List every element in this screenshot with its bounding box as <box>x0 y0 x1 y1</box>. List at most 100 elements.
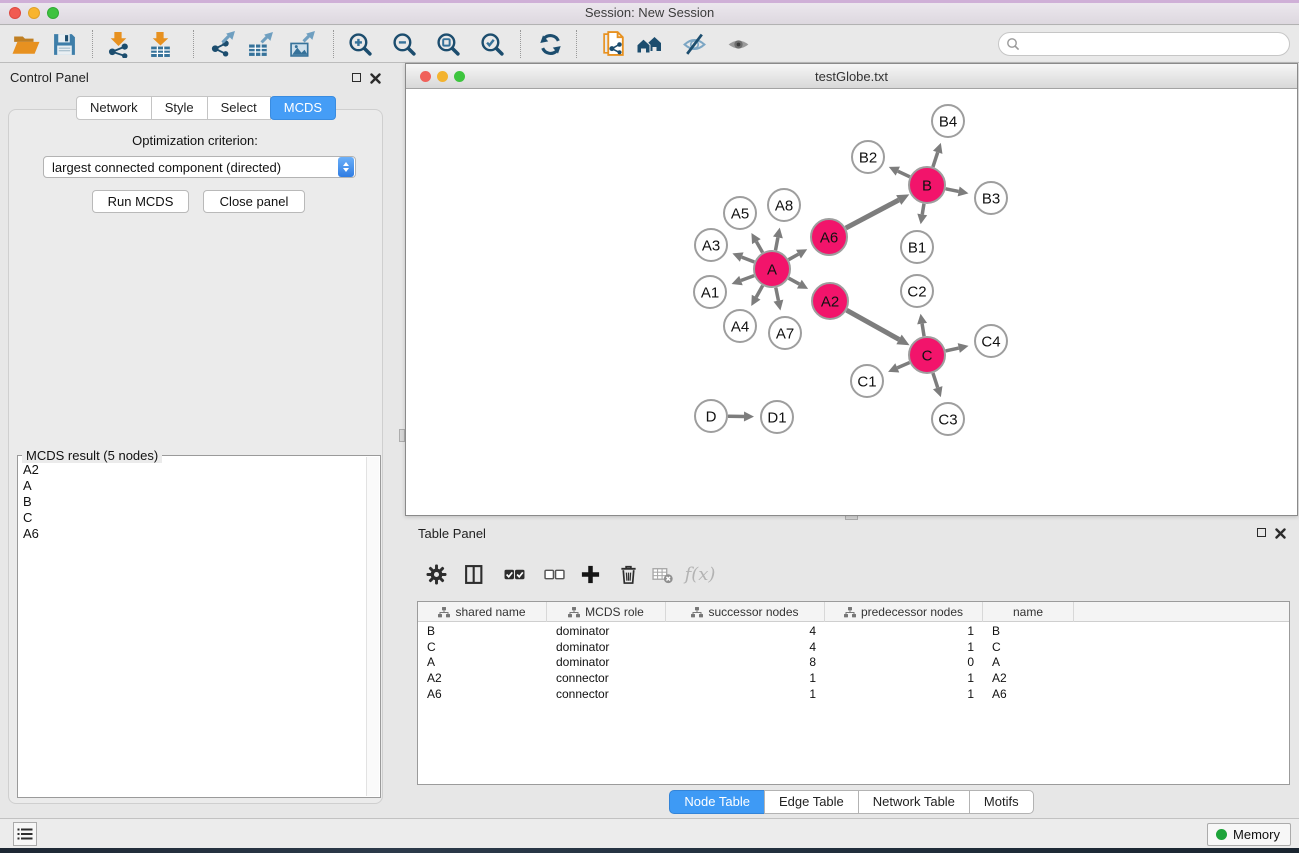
close-panel-icon[interactable] <box>370 73 381 84</box>
tab-node-table[interactable]: Node Table <box>669 790 765 814</box>
network-window-titlebar[interactable]: testGlobe.txt <box>406 64 1297 89</box>
export-image-button[interactable] <box>284 29 320 59</box>
graph-edge-A-A8[interactable] <box>776 237 778 250</box>
search-input[interactable] <box>1024 37 1289 51</box>
delete-table-button[interactable] <box>647 560 677 588</box>
graph-edge-A-A1[interactable] <box>741 276 754 281</box>
mcds-result-scrollbar[interactable] <box>366 457 379 796</box>
column-header-successor-nodes[interactable]: successor nodes <box>666 602 825 622</box>
graph-edge-arrowhead <box>774 300 784 311</box>
export-network-button[interactable] <box>204 29 240 59</box>
open-folder-icon <box>12 32 40 56</box>
save-session-button[interactable] <box>46 29 82 59</box>
mcds-result-item[interactable]: A6 <box>19 526 365 542</box>
list-icon <box>17 827 33 841</box>
show-all-button[interactable] <box>720 29 756 59</box>
run-mcds-button[interactable]: Run MCDS <box>92 190 189 213</box>
network-view-window: testGlobe.txt B4B2BB3A5A8A6B1A3AC2A1A2A4… <box>405 63 1298 516</box>
graph-edge-A-A7[interactable] <box>776 288 779 301</box>
table-row[interactable]: A2connector11A2 <box>418 670 1289 686</box>
table-row[interactable]: Adominator80A <box>418 654 1289 670</box>
tab-network[interactable]: Network <box>76 96 152 120</box>
deselect-all-rows-button[interactable] <box>539 560 569 588</box>
mcds-result-item[interactable]: C <box>19 510 365 526</box>
window-titlebar: Session: New Session <box>0 0 1299 25</box>
gear-icon <box>426 564 447 585</box>
graph-edge-A6-B[interactable] <box>846 200 899 228</box>
mcds-result-item[interactable]: B <box>19 494 365 510</box>
show-columns-button[interactable] <box>459 560 489 588</box>
tab-style[interactable]: Style <box>151 96 208 120</box>
zoom-out-button[interactable] <box>386 29 422 59</box>
open-file-button[interactable] <box>8 29 44 59</box>
create-column-button[interactable] <box>575 560 605 588</box>
control-panel-title: Control Panel <box>10 70 89 85</box>
close-table-panel-icon[interactable] <box>1275 528 1286 539</box>
table-row[interactable]: A6connector11A6 <box>418 686 1289 702</box>
float-panel-icon[interactable] <box>352 73 361 82</box>
desktop-background <box>0 848 1299 853</box>
graph-node-label: C <box>922 347 933 364</box>
column-header-shared-name[interactable]: shared name <box>418 602 547 622</box>
graph-edge-A-A2[interactable] <box>789 278 800 284</box>
tab-select[interactable]: Select <box>207 96 271 120</box>
trash-icon <box>619 564 638 585</box>
table-options-button[interactable] <box>421 560 451 588</box>
graph-edge-A-A3[interactable] <box>742 257 755 262</box>
graph-edge-C-C1[interactable] <box>897 363 909 368</box>
hide-selected-button[interactable] <box>676 29 712 59</box>
graph-edge-A-A6[interactable] <box>789 254 799 260</box>
column-header-predecessor-nodes[interactable]: predecessor nodes <box>825 602 983 622</box>
zoom-fit-button[interactable] <box>430 29 466 59</box>
delete-columns-button[interactable] <box>613 560 643 588</box>
node-table: shared nameMCDS rolesuccessor nodesprede… <box>417 601 1290 785</box>
graph-edge-B-B3[interactable] <box>946 189 959 192</box>
graph-edge-A-A4[interactable] <box>756 286 763 298</box>
table-row[interactable]: Bdominator41B <box>418 623 1289 639</box>
import-table-button[interactable] <box>142 29 178 59</box>
zoom-in-button[interactable] <box>342 29 378 59</box>
table-row[interactable]: Cdominator41C <box>418 639 1289 655</box>
graph-node-label: C1 <box>857 373 876 390</box>
tab-network-table[interactable]: Network Table <box>858 790 970 814</box>
graph-edge-C-C3[interactable] <box>933 373 938 388</box>
graph-edge-C-C4[interactable] <box>946 348 959 351</box>
zoom-selected-button[interactable] <box>474 29 510 59</box>
column-header-name[interactable]: name <box>983 602 1074 622</box>
tab-motifs[interactable]: Motifs <box>969 790 1034 814</box>
search-field[interactable] <box>998 32 1290 56</box>
function-builder-button[interactable]: f(x) <box>685 560 715 588</box>
graph-edge-A2-C[interactable] <box>847 310 899 339</box>
import-network-button[interactable] <box>100 29 136 59</box>
select-all-rows-button[interactable] <box>499 560 529 588</box>
graph-edge-C-C2[interactable] <box>922 324 924 337</box>
graph-edge-B-B2[interactable] <box>898 171 910 177</box>
graph-node-label: B <box>922 177 932 194</box>
toolbar-separator <box>193 30 194 58</box>
unchecked-boxes-icon <box>544 565 565 584</box>
table-cell: dominator <box>547 655 666 669</box>
mcds-result-item[interactable]: A <box>19 478 365 494</box>
mcds-result-list: A2ABCA6 <box>19 462 365 795</box>
close-panel-button[interactable]: Close panel <box>203 190 305 213</box>
refresh-view-button[interactable] <box>532 29 568 59</box>
new-network-from-selection-button[interactable] <box>596 29 632 59</box>
float-table-panel-icon[interactable] <box>1257 528 1266 537</box>
tab-mcds[interactable]: MCDS <box>270 96 336 120</box>
show-panels-button[interactable] <box>13 822 37 846</box>
tab-edge-table[interactable]: Edge Table <box>764 790 859 814</box>
mcds-result-item[interactable]: A2 <box>19 462 365 478</box>
export-table-button[interactable] <box>242 29 278 59</box>
network-canvas[interactable]: B4B2BB3A5A8A6B1A3AC2A1A2A4A7C4CC1DD1C3 <box>406 89 1297 515</box>
node-table-body: Bdominator41BCdominator41CAdominator80AA… <box>418 623 1289 784</box>
graph-edge-arrowhead <box>744 412 754 422</box>
column-header-mcds-role[interactable]: MCDS role <box>547 602 666 622</box>
zoom-fit-icon <box>436 32 461 57</box>
memory-button[interactable]: Memory <box>1207 823 1291 846</box>
optimization-criterion-select[interactable]: largest connected component (directed) <box>43 156 356 178</box>
graph-edge-B-B4[interactable] <box>933 152 938 167</box>
memory-label: Memory <box>1233 827 1280 842</box>
first-neighbors-button[interactable] <box>632 29 668 59</box>
graph-edge-B-B1[interactable] <box>922 204 924 215</box>
graph-edge-A-A5[interactable] <box>756 242 762 253</box>
